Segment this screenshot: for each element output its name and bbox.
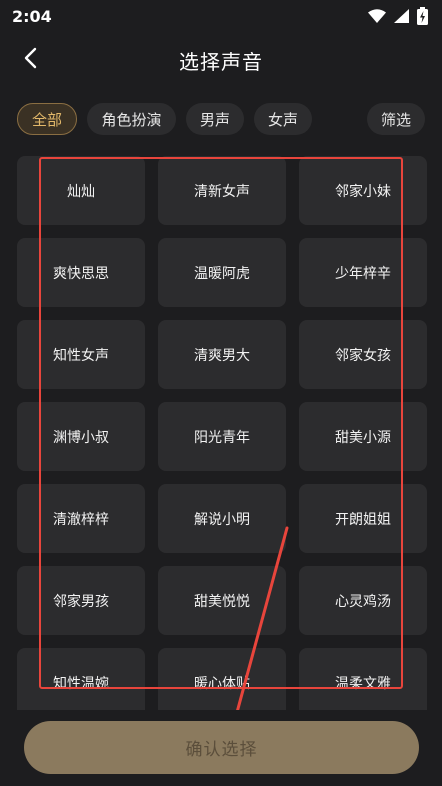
voice-card-label: 少年梓辛: [335, 265, 391, 282]
voice-grid: 灿灿 清新女声 邻家小妹爽快思思 温暖阿虎 少年梓辛知性女声 清爽男大 邻家女孩渊博小叔 阳光…: [17, 156, 427, 710]
filter-bar: 全部 角色扮演 男声 女声 筛选: [0, 103, 442, 137]
cellular-signal-icon: [394, 9, 409, 23]
voice-card-label: 渊博小叔: [53, 429, 109, 446]
voice-card[interactable]: 爽快思思: [17, 238, 145, 307]
bottom-bar: 确认选择: [0, 710, 442, 786]
voice-grid-scroll[interactable]: 灿灿 清新女声 邻家小妹爽快思思 温暖阿虎 少年梓辛知性女声 清爽男大 邻家女孩渊博小叔 阳光…: [0, 156, 442, 710]
voice-card-label: 心灵鸡汤: [335, 593, 391, 610]
voice-card-label: 温柔文雅: [335, 675, 391, 692]
voice-card-label: 邻家男孩: [53, 593, 109, 610]
status-bar: 2:04: [0, 0, 442, 32]
voice-card[interactable]: 知性温婉: [17, 648, 145, 710]
page-title: 选择声音: [179, 49, 263, 74]
filter-button[interactable]: 筛选: [367, 103, 425, 135]
voice-card[interactable]: 温柔文雅: [299, 648, 427, 710]
voice-card-label: 灿灿: [67, 183, 95, 200]
filter-tab-label: 全部: [31, 110, 62, 129]
voice-card[interactable]: 开朗姐姐: [299, 484, 427, 553]
voice-card-label: 清新女声: [194, 183, 250, 200]
voice-card-label: 知性女声: [53, 347, 109, 364]
confirm-selection-button[interactable]: 确认选择: [24, 721, 419, 774]
voice-card[interactable]: 甜美小源: [299, 402, 427, 471]
voice-card-label: 甜美悦悦: [194, 593, 250, 610]
voice-card[interactable]: 知性女声: [17, 320, 145, 389]
filter-tab-roleplay[interactable]: 角色扮演: [87, 103, 176, 135]
filter-tab-all[interactable]: 全部: [17, 103, 77, 135]
filter-tab-male[interactable]: 男声: [186, 103, 244, 135]
voice-card[interactable]: 灿灿: [17, 156, 145, 225]
voice-card-label: 解说小明: [194, 511, 250, 528]
voice-card-label: 甜美小源: [335, 429, 391, 446]
voice-card-label: 温暖阿虎: [194, 265, 250, 282]
voice-card[interactable]: 邻家男孩: [17, 566, 145, 635]
battery-charging-icon: [417, 7, 428, 25]
chevron-left-icon: [23, 47, 37, 73]
voice-card[interactable]: 清澈梓梓: [17, 484, 145, 553]
voice-card-label: 邻家女孩: [335, 347, 391, 364]
status-icons: [368, 7, 428, 25]
voice-card-label: 清爽男大: [194, 347, 250, 364]
voice-card[interactable]: 渊博小叔: [17, 402, 145, 471]
voice-card-label: 清澈梓梓: [53, 511, 109, 528]
voice-card[interactable]: 清新女声: [158, 156, 286, 225]
voice-card[interactable]: 解说小明: [158, 484, 286, 553]
voice-card[interactable]: 阳光青年: [158, 402, 286, 471]
back-button[interactable]: [14, 44, 46, 76]
voice-card-label: 阳光青年: [194, 429, 250, 446]
voice-card-label: 暖心体贴: [194, 675, 250, 692]
voice-card[interactable]: 暖心体贴: [158, 648, 286, 710]
voice-card[interactable]: 甜美悦悦: [158, 566, 286, 635]
filter-tab-label: 男声: [199, 110, 230, 129]
filter-tab-label: 女声: [267, 110, 298, 129]
voice-card[interactable]: 清爽男大: [158, 320, 286, 389]
filter-tab-female[interactable]: 女声: [254, 103, 312, 135]
status-time: 2:04: [12, 6, 52, 26]
voice-card[interactable]: 邻家小妹: [299, 156, 427, 225]
voice-card-label: 爽快思思: [53, 265, 109, 282]
wifi-icon: [368, 9, 386, 23]
voice-card-label: 邻家小妹: [335, 183, 391, 200]
filter-tab-label: 角色扮演: [101, 110, 162, 129]
voice-card-label: 知性温婉: [53, 675, 109, 692]
confirm-button-label: 确认选择: [185, 740, 258, 760]
voice-card[interactable]: 邻家女孩: [299, 320, 427, 389]
voice-card[interactable]: 温暖阿虎: [158, 238, 286, 307]
header: 选择声音: [0, 38, 442, 82]
voice-card[interactable]: 心灵鸡汤: [299, 566, 427, 635]
voice-card[interactable]: 少年梓辛: [299, 238, 427, 307]
filter-button-label: 筛选: [380, 110, 411, 129]
voice-card-label: 开朗姐姐: [335, 511, 391, 528]
